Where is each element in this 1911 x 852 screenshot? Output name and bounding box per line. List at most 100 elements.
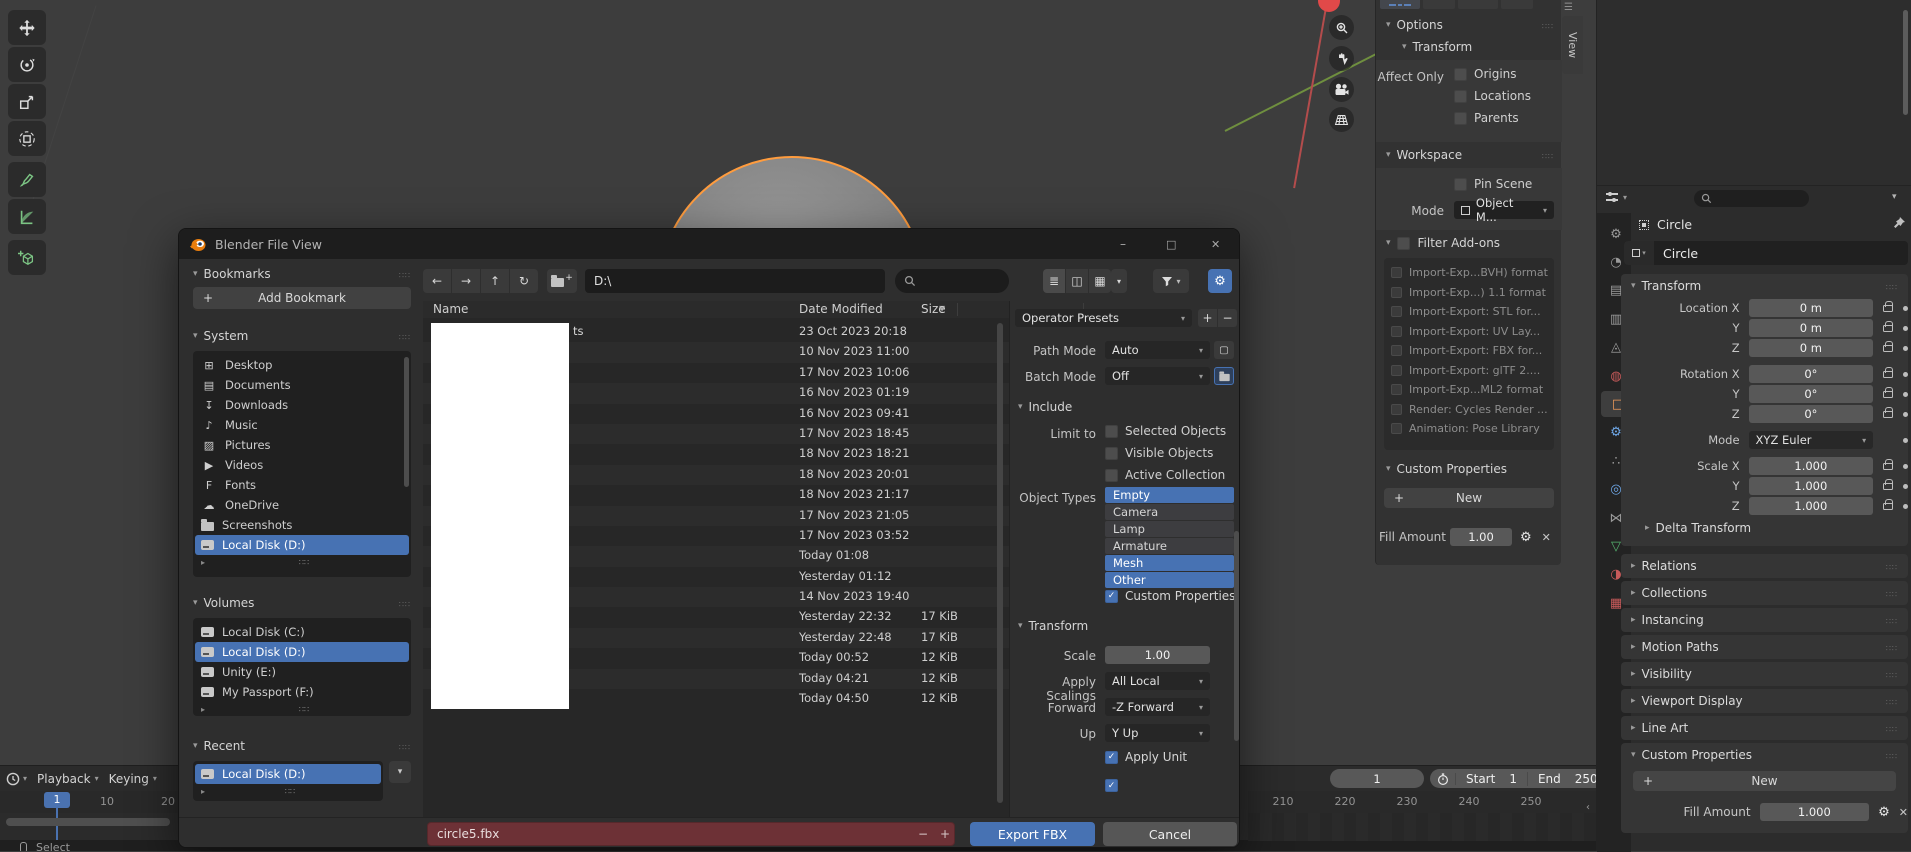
list-resize-handle[interactable]: ▸ ∷∷: [193, 555, 411, 569]
viewport-menu-icon[interactable]: ☰: [1564, 2, 1573, 13]
npanel-new-property-button[interactable]: + New: [1384, 488, 1554, 508]
orthographic-grid-icon[interactable]: [1329, 107, 1354, 132]
timeline-hscrollbar[interactable]: [6, 818, 170, 826]
locations-checkbox[interactable]: [1454, 89, 1467, 103]
scale-field[interactable]: 1.00: [1105, 646, 1210, 664]
custom-properties-checkbox[interactable]: [1105, 589, 1118, 603]
sidebar-item-unity-e[interactable]: Unity (E:): [195, 662, 409, 682]
measure-tool-button[interactable]: [8, 199, 46, 234]
file-list-scrollbar[interactable]: [997, 323, 1003, 803]
transform-value-field[interactable]: 1.000: [1748, 477, 1874, 495]
panel-collections[interactable]: Collections: [1621, 581, 1908, 605]
system-list-scrollbar[interactable]: [404, 357, 409, 487]
panel-motion-paths[interactable]: Motion Paths: [1621, 635, 1908, 659]
close-icon[interactable]: ✕: [1542, 531, 1551, 544]
transform-value-field[interactable]: 0°: [1748, 385, 1874, 403]
animate-dot[interactable]: [1903, 371, 1908, 377]
up-directory-button[interactable]: ↑: [481, 269, 509, 293]
maximize-button[interactable]: □: [1166, 238, 1176, 251]
sidebar-item-music[interactable]: ♪ Music: [195, 415, 409, 435]
object-type-empty[interactable]: Empty: [1105, 487, 1234, 503]
lock-icon[interactable]: [1883, 340, 1894, 352]
filter-addons-checkbox[interactable]: [1396, 236, 1410, 250]
remove-preset-button[interactable]: −: [1218, 309, 1237, 327]
transform-value-field[interactable]: 0 m: [1748, 299, 1874, 317]
sidebar-item-local-disk-d[interactable]: Local Disk (D:): [195, 535, 409, 555]
sidebar-item-local-disk-d[interactable]: Local Disk (D:): [195, 642, 409, 662]
object-type-camera[interactable]: Camera: [1105, 504, 1234, 520]
options-transform-subpanel-header[interactable]: Transform: [1402, 40, 1473, 54]
start-frame-field[interactable]: Start 1: [1456, 771, 1528, 786]
lock-icon[interactable]: [1883, 320, 1894, 332]
lock-icon[interactable]: [1883, 498, 1894, 510]
partial-checkbox[interactable]: [1105, 779, 1118, 792]
menu-keying[interactable]: Keying ▾: [109, 772, 157, 786]
display-horizontal-list-icon[interactable]: ◫: [1066, 269, 1088, 293]
animate-dot[interactable]: [1903, 391, 1908, 397]
gear-icon[interactable]: ⚙: [1878, 805, 1890, 820]
object-id-icon[interactable]: ▾: [1624, 241, 1654, 265]
filename-increment-button[interactable]: +: [940, 827, 950, 841]
options-scrollbar[interactable]: [1234, 531, 1239, 741]
properties-search-input[interactable]: [1694, 190, 1809, 207]
filter-settings-gear-button[interactable]: ⚙: [1208, 269, 1232, 293]
create-directory-button[interactable]: +: [547, 269, 577, 293]
props-new-property-button[interactable]: + New: [1633, 771, 1896, 791]
sidebar-item-downloads[interactable]: ↧ Downloads: [195, 395, 409, 415]
back-button[interactable]: ←: [423, 269, 451, 293]
sidebar-item-onedrive[interactable]: ☁ OneDrive: [195, 495, 409, 515]
bookmarks-header[interactable]: Bookmarks: [193, 267, 411, 281]
lock-icon[interactable]: [1883, 406, 1894, 418]
editor-type-button[interactable]: ▾: [1605, 191, 1627, 203]
transform-value-field[interactable]: 0 m: [1748, 319, 1874, 337]
column-date-modified[interactable]: Date Modified: [799, 302, 883, 316]
filter-toggle-button[interactable]: ▾: [1153, 269, 1189, 293]
sidebar-item-documents[interactable]: ▤ Documents: [195, 375, 409, 395]
recent-header[interactable]: Recent: [193, 739, 411, 753]
lock-icon[interactable]: [1883, 386, 1894, 398]
animate-dot[interactable]: [1903, 305, 1908, 311]
list-resize-handle[interactable]: ▸ ∷∷: [193, 702, 411, 716]
animate-dot[interactable]: [1903, 411, 1908, 417]
add-bookmark-button[interactable]: + Add Bookmark: [193, 287, 411, 309]
workspace-mode-dropdown[interactable]: Object M...: [1454, 196, 1554, 224]
apply-unit-checkbox[interactable]: [1105, 750, 1118, 764]
transform-value-field[interactable]: 1.000: [1748, 497, 1874, 515]
display-vertical-list-icon[interactable]: ≣: [1043, 269, 1065, 293]
animate-dot[interactable]: [1903, 483, 1908, 489]
sidebar-item-local-disk-c[interactable]: Local Disk (C:): [195, 622, 409, 642]
minimize-button[interactable]: –: [1120, 237, 1126, 251]
add-cube-tool-button[interactable]: [8, 240, 46, 275]
refresh-button[interactable]: ↻: [510, 269, 538, 293]
object-type-lamp[interactable]: Lamp: [1105, 521, 1234, 537]
annotate-tool-button[interactable]: [8, 162, 46, 197]
animate-dot[interactable]: [1903, 325, 1908, 331]
sidebar-item-local-disk-d[interactable]: Local Disk (D:): [195, 764, 381, 784]
current-frame-marker[interactable]: 1: [44, 792, 70, 808]
addon-checkbox[interactable]: [1391, 364, 1402, 376]
animate-dot[interactable]: [1903, 345, 1908, 351]
rotation-mode-dropdown[interactable]: XYZ Euler: [1748, 431, 1874, 449]
lock-icon[interactable]: [1883, 366, 1894, 378]
sidebar-tab-view[interactable]: View: [1562, 16, 1583, 74]
parents-checkbox[interactable]: [1454, 111, 1467, 125]
scale-tool-button[interactable]: [8, 84, 46, 119]
options-panel-header[interactable]: Options: [1386, 18, 1554, 32]
outliner-scrollbar[interactable]: [1903, 10, 1908, 115]
volumes-header[interactable]: Volumes: [193, 596, 411, 610]
sidebar-item-videos[interactable]: ▶ Videos: [195, 455, 409, 475]
workspace-panel-header[interactable]: Workspace: [1386, 148, 1554, 162]
move-tool-button[interactable]: [8, 10, 46, 45]
collapse-arrow-icon[interactable]: ‹: [1586, 802, 1590, 813]
sidebar-collapsed-tabs[interactable]: [1380, 0, 1533, 9]
props-fill-amount-field[interactable]: 1.000: [1759, 803, 1870, 821]
display-thumbnails-icon[interactable]: ▦: [1089, 269, 1111, 293]
up-dropdown[interactable]: Y Up: [1105, 724, 1210, 742]
sidebar-item-desktop[interactable]: ⊞ Desktop: [195, 355, 409, 375]
auto-keyframe-stopwatch-icon[interactable]: [1430, 772, 1456, 785]
transform-value-field[interactable]: 1.000: [1748, 457, 1874, 475]
animate-dot[interactable]: [1903, 463, 1908, 469]
dialog-title-bar[interactable]: Blender File View – □ ✕: [179, 229, 1239, 259]
include-section-header[interactable]: Include: [1018, 400, 1073, 414]
timeline-editor-type-button[interactable]: ▾: [6, 772, 27, 786]
